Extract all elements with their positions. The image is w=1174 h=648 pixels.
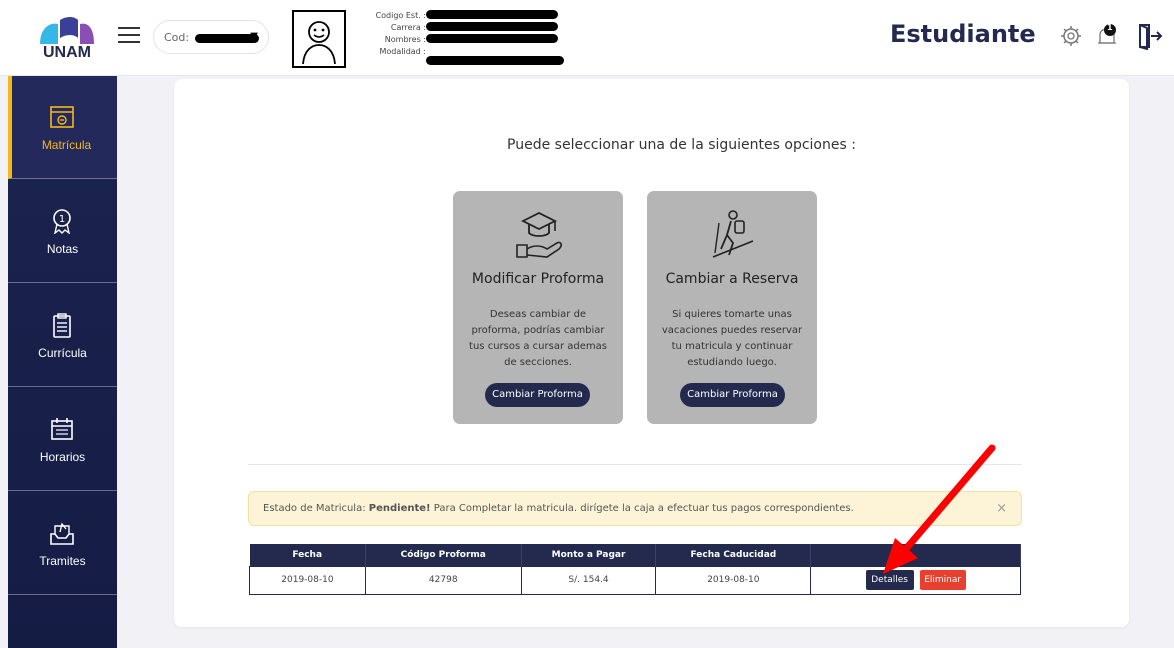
alert-status: Pendiente! bbox=[368, 503, 431, 514]
top-header: UNAM Cod: ▼ Codigo Est. : Carrera : Nomb… bbox=[0, 0, 1174, 76]
section-divider bbox=[248, 464, 1022, 465]
option-description: Si quieres tomarte unas vacaciones puede… bbox=[661, 309, 803, 368]
sidebar-item-label: Matrícula bbox=[41, 138, 92, 152]
sidebar-item-label: Notas bbox=[46, 242, 79, 256]
column-header-actions bbox=[810, 544, 1021, 566]
info-nombres-label: Nombres : bbox=[384, 35, 426, 44]
logout-icon[interactable] bbox=[1136, 22, 1164, 51]
sidebar-item-curricula[interactable]: Currícula bbox=[8, 284, 117, 387]
svg-text:1: 1 bbox=[59, 214, 65, 225]
main-card: Puede seleccionar una de la siguientes o… bbox=[174, 79, 1129, 627]
hiker-icon bbox=[712, 210, 754, 258]
outbox-icon bbox=[50, 522, 74, 545]
logo-text: UNAM bbox=[43, 44, 91, 61]
close-alert-icon[interactable]: × bbox=[996, 492, 1007, 525]
cell-fecha: 2019-08-10 bbox=[249, 565, 366, 595]
user-avatar-icon bbox=[302, 21, 336, 65]
cambiar-reserva-button[interactable]: Cambiar Proforma bbox=[680, 383, 785, 407]
award-badge-icon: 1 bbox=[53, 209, 71, 234]
option-card-modificar-proforma: Modificar Proforma Deseas cambiar de pro… bbox=[453, 191, 623, 424]
cod-label: Cod: bbox=[164, 31, 190, 44]
enrollment-status-alert: Estado de Matricula: Pendiente! Para Com… bbox=[248, 491, 1022, 526]
alert-prefix: Estado de Matricula: bbox=[263, 503, 369, 514]
redacted-carrera bbox=[426, 22, 558, 31]
page: UNAM Cod: ▼ Codigo Est. : Carrera : Nomb… bbox=[0, 0, 1174, 648]
student-info: Codigo Est. : Carrera : Nombres : Modali… bbox=[340, 10, 426, 58]
options-prompt: Puede seleccionar una de la siguientes o… bbox=[507, 137, 856, 153]
cell-monto: S/. 154.4 bbox=[520, 565, 657, 595]
info-codigo-label: Codigo Est. : bbox=[375, 11, 426, 20]
redacted-nombres bbox=[426, 34, 558, 43]
option-title: Modificar Proforma bbox=[471, 271, 605, 287]
student-code-select[interactable]: Cod: ▼ bbox=[153, 20, 269, 54]
table-header-row: Fecha Código Proforma Monto a Pagar Fech… bbox=[249, 544, 1021, 566]
redacted-codigo bbox=[426, 10, 558, 19]
option-title: Cambiar a Reserva bbox=[665, 271, 799, 287]
student-avatar bbox=[292, 10, 346, 68]
column-header-codigo: Código Proforma bbox=[365, 544, 522, 566]
menu-toggle-icon[interactable] bbox=[118, 27, 140, 45]
sidebar-item-label: Currícula bbox=[38, 346, 87, 360]
settings-gear-icon[interactable] bbox=[1057, 22, 1085, 50]
cell-codigo: 42798 bbox=[364, 565, 522, 595]
cell-caducidad: 2019-08-10 bbox=[655, 565, 812, 595]
option-card-cambiar-reserva: Cambiar a Reserva Si quieres tomarte una… bbox=[647, 191, 817, 424]
column-header-monto: Monto a Pagar bbox=[521, 544, 657, 566]
proforma-table: Fecha Código Proforma Monto a Pagar Fech… bbox=[249, 544, 1021, 595]
clipboard-icon bbox=[53, 313, 71, 338]
column-header-caducidad: Fecha Caducidad bbox=[655, 544, 812, 566]
sidebar-item-notas[interactable]: 1 Notas bbox=[8, 180, 117, 283]
sidebar-item-horarios[interactable]: Horarios bbox=[8, 388, 117, 491]
alert-message: Para Completar la matricula. dirígete la… bbox=[430, 503, 854, 514]
delete-button[interactable]: Eliminar bbox=[919, 570, 966, 590]
info-modalidad-label: Modalidad : bbox=[379, 47, 426, 56]
sidebar-item-tramites[interactable]: Tramites bbox=[8, 492, 117, 595]
notification-count: 1 bbox=[1107, 23, 1113, 32]
sidebar-item-label: Horarios bbox=[39, 450, 86, 464]
graduation-cap-hand-icon bbox=[516, 211, 562, 258]
redacted-modalidad bbox=[426, 56, 564, 65]
role-title: Estudiante bbox=[890, 20, 1036, 48]
option-description: Deseas cambiar de proforma, podrías camb… bbox=[469, 309, 607, 368]
notification-bell-icon[interactable]: 1 bbox=[1093, 22, 1121, 50]
sidebar-item-matricula[interactable]: Matrícula bbox=[8, 76, 117, 179]
caret-down-icon: ▼ bbox=[250, 31, 258, 42]
column-header-fecha: Fecha bbox=[249, 544, 366, 566]
logo-mark-icon bbox=[40, 17, 94, 44]
sidebar-item-label: Tramites bbox=[39, 554, 86, 568]
redacted-code bbox=[194, 33, 259, 43]
cell-actions: Detalles Eliminar bbox=[810, 565, 1021, 595]
cambiar-proforma-button[interactable]: Cambiar Proforma bbox=[485, 383, 590, 407]
unam-logo[interactable]: UNAM bbox=[36, 16, 98, 62]
table-row: 2019-08-10 42798 S/. 154.4 2019-08-10 De… bbox=[249, 565, 1021, 595]
sidebar: Matrícula 1 Notas Currícula Horarios Tra… bbox=[8, 76, 117, 648]
calendar-icon bbox=[51, 418, 73, 440]
info-carrera-label: Carrera : bbox=[390, 23, 426, 32]
details-button[interactable]: Detalles bbox=[865, 570, 914, 590]
enrollment-window-icon bbox=[50, 106, 74, 128]
